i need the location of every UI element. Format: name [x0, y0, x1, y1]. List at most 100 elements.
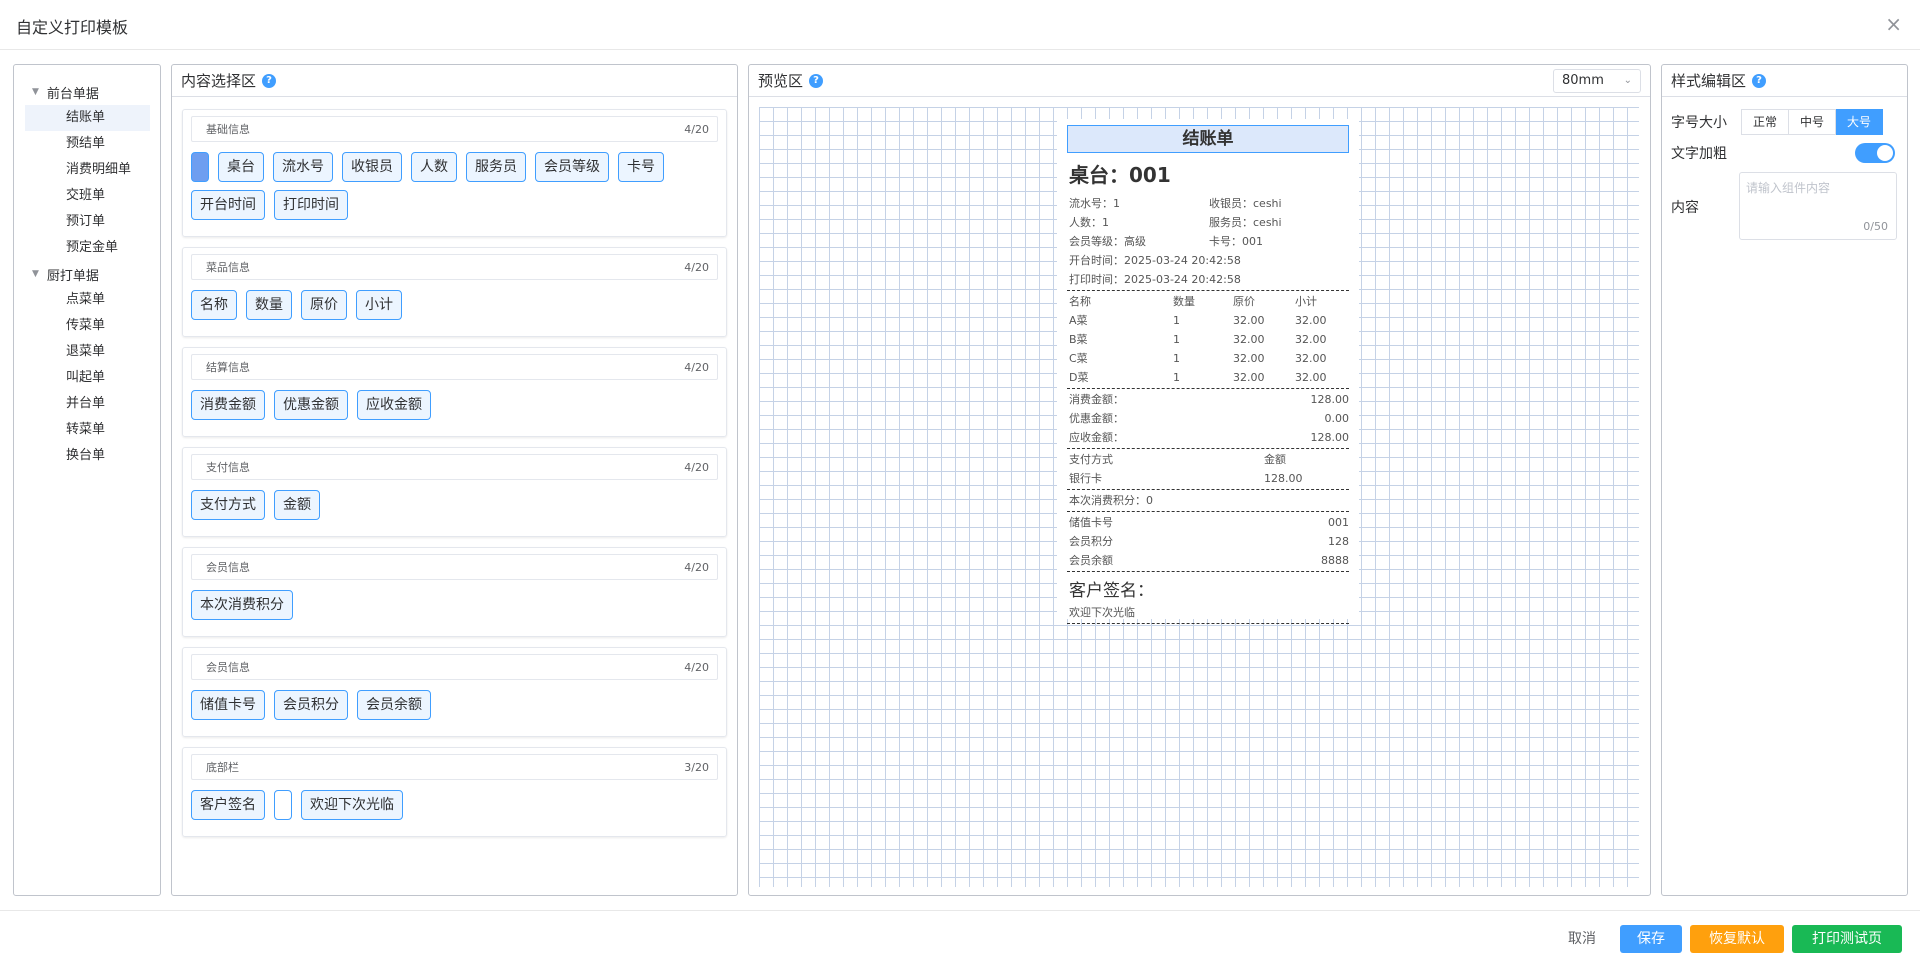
tree-item[interactable]: 叫起单	[25, 365, 150, 391]
dish-row[interactable]: D菜 1 32.00 32.00	[1067, 368, 1349, 387]
field-chip[interactable]: 流水号	[273, 152, 333, 182]
dish-row[interactable]: B菜 1 32.00 32.00	[1067, 330, 1349, 349]
template-tree-panel: ▼ 前台单据 结账单 预结单 消费明细单 交班单 预订单 预定金单 ▼ 厨打单据 点菜单 传菜单 退菜单…	[13, 64, 161, 896]
font-size-option[interactable]: 中号	[1789, 109, 1837, 135]
content-textarea[interactable]: 请输入组件内容 0/50	[1739, 172, 1897, 240]
receipt-info-row[interactable]: 会员等级：高级 卡号：001	[1067, 232, 1349, 251]
field-chip[interactable]: 人数	[411, 152, 457, 182]
field-chip[interactable]: 名称	[191, 290, 237, 320]
chip-list: 储值卡号 会员积分 会员余额	[191, 690, 718, 728]
receipt-print-time[interactable]: 打印时间：2025-03-24 20:42:58	[1067, 270, 1349, 289]
field-chip[interactable]: 卡号	[618, 152, 664, 182]
tree-item[interactable]: 预结单	[25, 131, 150, 157]
bold-toggle[interactable]	[1855, 143, 1895, 163]
receipt-title[interactable]: 结账单	[1067, 125, 1349, 153]
style-panel-title: 样式编辑区	[1671, 72, 1747, 90]
pay-row[interactable]: 银行卡 128.00	[1067, 469, 1349, 488]
settle-row[interactable]: 消费金额： 128.00	[1067, 390, 1349, 409]
font-size-label: 字号大小	[1671, 115, 1727, 131]
cancel-button[interactable]: 取消	[1562, 925, 1602, 953]
tree-item[interactable]: 消费明细单	[25, 157, 150, 183]
content-section: 基础信息 4/20 桌台 流水号 收银员 人数 服务员 会员等级 卡号开台时间 打印时间	[182, 109, 727, 237]
member-row[interactable]: 会员余额 8888	[1067, 551, 1349, 570]
section-count: 3/20	[684, 760, 709, 774]
tree-item[interactable]: 传菜单	[25, 313, 150, 339]
field-chip[interactable]: 支付方式	[191, 490, 265, 520]
chip-list: 消费金额 优惠金额 应收金额	[191, 390, 718, 428]
tree-group-label: 厨打单据	[46, 268, 99, 284]
preview-panel-header: 预览区 ?	[749, 65, 1650, 97]
section-header: 会员信息 4/20	[191, 554, 718, 580]
content-section: 支付信息 4/20 支付方式 金额	[182, 447, 727, 537]
font-size-option[interactable]: 正常	[1741, 109, 1790, 135]
receipt-info-row[interactable]: 人数：1 服务员：ceshi	[1067, 213, 1349, 232]
receipt-signature[interactable]: 客户签名：	[1069, 576, 1349, 601]
style-panel-header: 样式编辑区 ?	[1662, 65, 1907, 97]
tree-item[interactable]: 退菜单	[25, 339, 150, 365]
field-chip[interactable]: 应收金额	[357, 390, 431, 420]
help-icon[interactable]: ?	[1752, 73, 1767, 88]
member-row[interactable]: 会员积分 128	[1067, 532, 1349, 551]
pay-header-row[interactable]: 支付方式 金额	[1067, 450, 1349, 469]
section-name: 会员信息	[206, 561, 250, 574]
receipt-welcome[interactable]: 欢迎下次光临	[1067, 603, 1349, 622]
close-icon[interactable]: ×	[1885, 12, 1902, 36]
reset-default-button[interactable]: 恢复默认	[1690, 925, 1784, 953]
tree-group[interactable]: ▼ 厨打单据	[14, 261, 160, 287]
style-editor-panel: 样式编辑区 ? 字号大小 正常 中号 大号 文字加粗 内容 请输入组件内容 0/50	[1661, 64, 1908, 896]
receipt-points[interactable]: 本次消费积分：0	[1067, 491, 1349, 510]
tree-item[interactable]: 结账单	[25, 105, 150, 131]
dish-row[interactable]: C菜 1 32.00 32.00	[1067, 349, 1349, 368]
tree-item[interactable]: 点菜单	[25, 287, 150, 313]
tree-item[interactable]: 转菜单	[25, 417, 150, 443]
section-name: 基础信息	[206, 123, 250, 136]
settle-row[interactable]: 优惠金额： 0.00	[1067, 409, 1349, 428]
tree-item[interactable]: 预定金单	[25, 235, 150, 261]
field-chip[interactable]: 金额	[274, 490, 320, 520]
section-header: 菜品信息 4/20	[191, 254, 718, 280]
section-count: 4/20	[684, 560, 709, 574]
field-chip[interactable]: 桌台	[218, 152, 264, 182]
field-chip[interactable]: 开台时间	[191, 190, 265, 220]
field-chip[interactable]: 储值卡号	[191, 690, 265, 720]
font-size-option[interactable]: 大号	[1836, 109, 1884, 135]
field-chip[interactable]: 客户签名	[191, 790, 265, 820]
field-chip[interactable]: 优惠金额	[274, 390, 348, 420]
tree-item[interactable]: 交班单	[25, 183, 150, 209]
save-button[interactable]: 保存	[1620, 925, 1682, 953]
print-test-button[interactable]: 打印测试页	[1792, 925, 1902, 953]
member-row[interactable]: 储值卡号 001	[1067, 513, 1349, 532]
receipt-info-row[interactable]: 流水号：1 收银员：ceshi	[1067, 194, 1349, 213]
section-count: 4/20	[684, 122, 709, 136]
field-chip[interactable]: 会员余额	[357, 690, 431, 720]
field-chip[interactable]: 服务员	[466, 152, 526, 182]
paper-size-select[interactable]: 80mm ⌄	[1553, 69, 1641, 93]
field-chip[interactable]	[274, 790, 292, 820]
tree-group[interactable]: ▼ 前台单据	[14, 79, 160, 105]
field-chip[interactable]: 消费金额	[191, 390, 265, 420]
field-chip[interactable]: 欢迎下次光临	[301, 790, 403, 820]
field-chip[interactable]: 本次消费积分	[191, 590, 293, 620]
help-icon[interactable]: ?	[809, 73, 824, 88]
field-chip[interactable]: 会员等级	[535, 152, 609, 182]
dish-row[interactable]: A菜 1 32.00 32.00	[1067, 311, 1349, 330]
settle-row[interactable]: 应收金额： 128.00	[1067, 428, 1349, 447]
preview-panel-title: 预览区	[758, 72, 804, 90]
field-chip[interactable]: 数量	[246, 290, 292, 320]
field-chip[interactable]: 原价	[301, 290, 347, 320]
receipt-open-time[interactable]: 开台时间：2025-03-24 20:42:58	[1067, 251, 1349, 270]
chip-list: 桌台 流水号 收银员 人数 服务员 会员等级 卡号开台时间 打印时间	[191, 152, 718, 228]
dish-header-row[interactable]: 名称 数量 原价 小计	[1067, 292, 1349, 311]
section-count: 4/20	[684, 660, 709, 674]
field-chip[interactable]: 收银员	[342, 152, 402, 182]
preview-panel: 预览区 ? 80mm ⌄ 结账单 桌台：001 流水号：1 收银员：ceshi 人数…	[748, 64, 1651, 896]
tree-item[interactable]: 并台单	[25, 391, 150, 417]
field-chip[interactable]: 打印时间	[274, 190, 348, 220]
field-chip[interactable]	[191, 152, 209, 182]
tree-item[interactable]: 换台单	[25, 443, 150, 469]
tree-item[interactable]: 预订单	[25, 209, 150, 235]
help-icon[interactable]: ?	[262, 73, 277, 88]
receipt-table[interactable]: 桌台：001	[1069, 159, 1349, 188]
field-chip[interactable]: 会员积分	[274, 690, 348, 720]
field-chip[interactable]: 小计	[356, 290, 402, 320]
